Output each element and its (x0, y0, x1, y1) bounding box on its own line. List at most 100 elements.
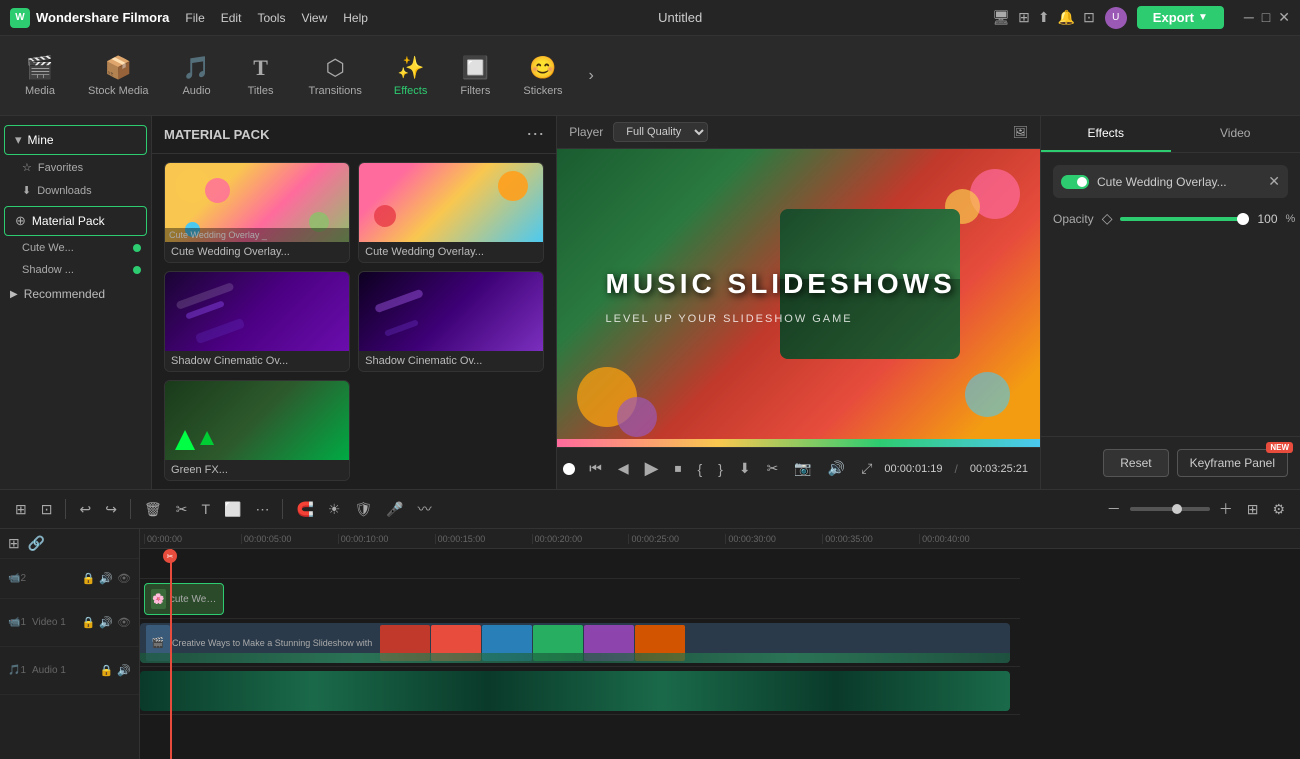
tl-text-button[interactable]: T (196, 498, 215, 520)
preview-icon[interactable]: 🖼 (1013, 125, 1028, 139)
sidebar-sub-shadow[interactable]: Shadow ... (0, 259, 151, 281)
keyframe-panel-button[interactable]: Keyframe Panel NEW (1177, 449, 1288, 477)
tl-audio1-lock-icon[interactable]: 🔒 (100, 664, 114, 677)
keyframe-label: Keyframe Panel (1190, 456, 1275, 470)
tl-settings-button[interactable]: ⚙ (1267, 498, 1290, 521)
tl-video1-eye-icon[interactable]: 👁 (117, 616, 131, 629)
opacity-slider[interactable] (1120, 217, 1249, 221)
maximize-button[interactable]: □ (1262, 9, 1270, 26)
effect-card-shadow-1[interactable]: Shadow Cinematic Ov... (164, 271, 350, 372)
tool-transitions[interactable]: ⬡ Transitions (295, 49, 376, 103)
tl-audio-wave-button[interactable]: 〰 (413, 496, 437, 522)
tool-media[interactable]: 🎬 Media (10, 49, 70, 103)
toolbar: 🎬 Media 📦 Stock Media 🎵 Audio T Titles ⬡… (0, 36, 1300, 116)
play-button[interactable]: ▶ (641, 456, 663, 481)
sidebar-item-mine[interactable]: ▾ Mine (4, 125, 147, 155)
tl-composite-button[interactable]: ⊡ (36, 498, 58, 521)
tool-audio[interactable]: 🎵 Audio (167, 49, 227, 103)
tl-audio1-mute-icon[interactable]: 🔊 (117, 664, 131, 677)
tl-add-icon[interactable]: ⊞ (8, 535, 20, 552)
tl-video2-eye-icon[interactable]: 👁 (117, 572, 131, 585)
tool-effects[interactable]: ✨ Effects (380, 49, 441, 103)
icon-monitor[interactable]: 🖥 (992, 9, 1010, 26)
tl-mic-button[interactable]: 🎤 (381, 498, 408, 521)
tl-redo-button[interactable]: ↪ (100, 498, 122, 521)
video-frame: MUSIC SLIDESHOWS LEVEL UP YOUR SLIDESHOW… (557, 149, 1040, 447)
insert-button[interactable]: ⬇ (735, 458, 755, 479)
effects-more-button[interactable]: ⋯ (526, 124, 544, 145)
effect-card-green[interactable]: Green FX... (164, 380, 350, 481)
frame-back-button[interactable]: ◀ (614, 458, 633, 479)
menu-tools[interactable]: Tools (257, 11, 285, 25)
quality-select[interactable]: Full Quality Half Quality (613, 122, 708, 142)
tl-delete-button[interactable]: 🗑 (139, 498, 167, 521)
tab-video[interactable]: Video (1171, 116, 1300, 152)
shadow-dot (133, 266, 141, 274)
tl-track-label-video1: 📹1 Video 1 🔒 🔊 👁 (0, 599, 139, 647)
tl-video1-lock-icon[interactable]: 🔒 (82, 616, 96, 629)
mark-in-button[interactable]: { (693, 459, 706, 479)
audio-clip[interactable] (140, 671, 1010, 711)
effect-label-shadow-1: Shadow Cinematic Ov... (165, 351, 349, 371)
icon-apps[interactable]: ⊡ (1083, 9, 1095, 26)
keyframe-diamond-icon[interactable]: ◇ (1102, 210, 1113, 227)
icon-bell[interactable]: 🔔 (1058, 9, 1075, 26)
tl-shield-button[interactable]: 🛡 (349, 498, 377, 521)
toolbar-more-icon[interactable]: › (580, 59, 601, 93)
tl-video2-audio-icon[interactable]: 🔊 (99, 572, 113, 585)
tl-zoom-out-button[interactable]: － (1102, 496, 1126, 522)
tl-sun-button[interactable]: ☀ (323, 498, 346, 521)
tl-add-track-button[interactable]: ⊞ (10, 498, 32, 521)
favorites-icon: ☆ (22, 161, 32, 174)
effect-card-cute-wedding-1[interactable]: Cute Wedding Overlay _ Cute Wedding Over… (164, 162, 350, 263)
close-button[interactable]: ✕ (1278, 9, 1290, 26)
effect-card-shadow-2[interactable]: Shadow Cinematic Ov... (358, 271, 544, 372)
snapshot-button[interactable]: 📷 (790, 458, 815, 479)
tl-more-button[interactable]: ⋯ (250, 498, 274, 521)
skip-back-button[interactable]: ⏮ (585, 458, 606, 479)
tool-stock-media[interactable]: 📦 Stock Media (74, 49, 163, 103)
tl-grid-button[interactable]: ⊞ (1242, 498, 1264, 521)
tool-stickers[interactable]: 😊 Stickers (509, 49, 576, 103)
tl-zoom-in-button[interactable]: ＋ (1214, 496, 1238, 522)
fullscreen-button[interactable]: ⤢ (857, 458, 876, 479)
time-current: 00:00:01:19 (884, 463, 942, 475)
sidebar-item-recommended[interactable]: ▶ Recommended (0, 281, 151, 307)
sidebar-sub-cute-wedding[interactable]: Cute We... (0, 237, 151, 259)
effect-toggle[interactable] (1061, 175, 1089, 189)
sidebar-item-downloads[interactable]: ⬇ Downloads (0, 179, 151, 202)
crop-button[interactable]: ✂ (763, 458, 783, 479)
menu-view[interactable]: View (301, 11, 327, 25)
stop-button[interactable]: ⏹ (670, 458, 685, 479)
tl-magnet-button[interactable]: 🧲 (291, 498, 318, 521)
tool-filters[interactable]: 🔲 Filters (445, 49, 505, 103)
tl-ruler-and-tracks: 00:00:00 00:00:05:00 00:00:10:00 00:00:1… (140, 529, 1300, 759)
shadow2-streak-2 (384, 319, 419, 337)
tl-undo-button[interactable]: ↩ (74, 498, 96, 521)
sidebar-item-favorites[interactable]: ☆ Favorites (0, 156, 151, 179)
tl-cut-button[interactable]: ✂ (171, 498, 193, 521)
video-clip-main[interactable]: 🎬 Creative Ways to Make a Stunning Slide… (140, 623, 1010, 663)
tl-video1-audio-icon[interactable]: 🔊 (99, 616, 113, 629)
tl-video2-lock-icon[interactable]: 🔒 (82, 572, 96, 585)
effect-delete-button[interactable]: ✕ (1268, 173, 1280, 190)
menu-edit[interactable]: Edit (221, 11, 242, 25)
effect-card-cute-wedding-2[interactable]: Cute Wedding Overlay... (358, 162, 544, 263)
audio-button[interactable]: 🔊 (824, 458, 849, 479)
tl-crop-button[interactable]: ⬜ (219, 498, 246, 521)
export-button[interactable]: Export ▼ (1137, 6, 1224, 29)
clip-overlay-wedding[interactable]: 🌸 cute Weddin... (144, 583, 224, 615)
tl-zoom-slider[interactable] (1130, 507, 1210, 511)
reset-button[interactable]: Reset (1103, 449, 1168, 477)
tab-effects[interactable]: Effects (1041, 116, 1171, 152)
icon-grid[interactable]: ⊞ (1018, 9, 1030, 26)
avatar[interactable]: U (1105, 7, 1127, 29)
mark-out-button[interactable]: } (714, 459, 727, 479)
minimize-button[interactable]: ─ (1244, 9, 1254, 26)
icon-upload[interactable]: ⬆ (1038, 9, 1050, 26)
menu-file[interactable]: File (185, 11, 204, 25)
tool-titles[interactable]: T Titles (231, 49, 291, 103)
menu-help[interactable]: Help (343, 11, 368, 25)
sidebar-item-material-pack[interactable]: ⊕ Material Pack (4, 206, 147, 236)
tl-link-icon[interactable]: 🔗 (28, 535, 45, 552)
